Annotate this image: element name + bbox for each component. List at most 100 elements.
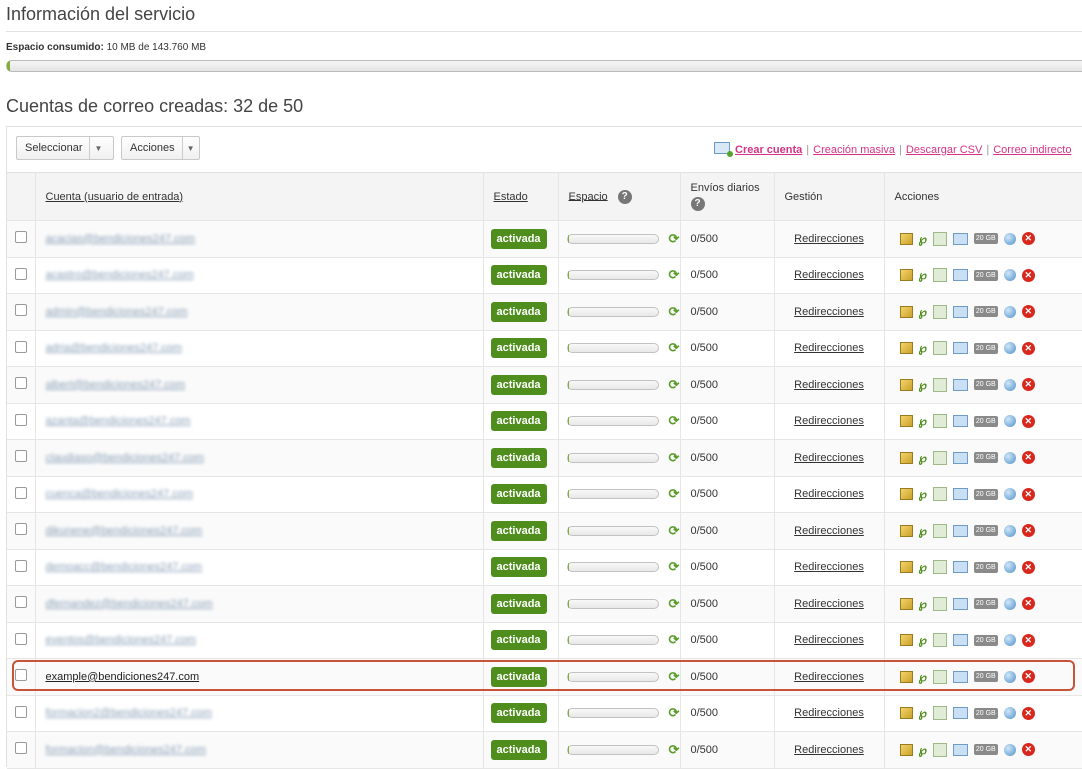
row-checkbox[interactable] [14, 450, 27, 463]
redirections-link[interactable]: Redirecciones [794, 488, 864, 500]
sort-status-link[interactable]: Estado [494, 191, 528, 203]
redirections-link[interactable]: Redirecciones [794, 634, 864, 646]
redirections-link[interactable]: Redirecciones [794, 707, 864, 719]
autoresponder-icon[interactable]: ℘ [919, 633, 927, 647]
account-email-link[interactable]: azanta@bendiciones247.com [46, 415, 191, 427]
account-email-link[interactable]: eventos@bendiciones247.com [46, 634, 197, 646]
redirections-link[interactable]: Redirecciones [794, 233, 864, 245]
webmail-icon[interactable] [1003, 269, 1016, 282]
forward-icon[interactable] [932, 742, 947, 757]
mail-settings-icon[interactable] [952, 305, 968, 318]
delete-icon[interactable]: ✕ [1021, 560, 1035, 574]
header-space[interactable]: Espacio? [558, 173, 681, 221]
autoresponder-icon[interactable]: ℘ [919, 451, 927, 465]
autoresponder-icon[interactable]: ℘ [919, 232, 927, 246]
refresh-icon[interactable]: ⟳ [669, 231, 680, 247]
storage-icon[interactable]: 20 GB [973, 233, 998, 245]
mail-settings-icon[interactable] [952, 451, 968, 464]
redirections-link[interactable]: Redirecciones [794, 342, 864, 354]
help-icon[interactable]: ? [690, 197, 705, 211]
storage-icon[interactable]: 20 GB [973, 415, 998, 427]
webmail-icon[interactable] [1003, 342, 1016, 355]
refresh-icon[interactable]: ⟳ [669, 559, 680, 575]
storage-icon[interactable]: 20 GB [973, 598, 998, 610]
refresh-icon[interactable]: ⟳ [669, 705, 680, 721]
delete-icon[interactable]: ✕ [1021, 414, 1035, 428]
edit-icon[interactable] [899, 342, 913, 355]
delete-icon[interactable]: ✕ [1021, 451, 1035, 465]
redirections-link[interactable]: Redirecciones [794, 379, 864, 391]
help-icon[interactable]: ? [617, 189, 632, 204]
account-email-link[interactable]: example@bendiciones247.com [46, 671, 200, 683]
storage-icon[interactable]: 20 GB [973, 306, 998, 318]
refresh-icon[interactable]: ⟳ [669, 377, 680, 393]
edit-icon[interactable] [899, 597, 913, 610]
row-checkbox[interactable] [14, 377, 27, 390]
mail-settings-icon[interactable] [952, 524, 968, 537]
webmail-icon[interactable] [1003, 634, 1016, 647]
delete-icon[interactable]: ✕ [1021, 268, 1035, 282]
mail-settings-icon[interactable] [952, 561, 968, 574]
refresh-icon[interactable]: ⟳ [669, 632, 680, 648]
webmail-icon[interactable] [1003, 743, 1016, 756]
row-checkbox[interactable] [14, 486, 27, 499]
autoresponder-icon[interactable]: ℘ [919, 743, 927, 757]
redirections-link[interactable]: Redirecciones [794, 525, 864, 537]
account-email-link[interactable]: acastro@bendiciones247.com [46, 269, 194, 281]
account-email-link[interactable]: adria@bendiciones247.com [46, 342, 183, 354]
forward-icon[interactable] [932, 231, 947, 246]
edit-icon[interactable] [899, 561, 913, 574]
autoresponder-icon[interactable]: ℘ [919, 414, 927, 428]
refresh-icon[interactable]: ⟳ [669, 596, 680, 612]
redirections-link[interactable]: Redirecciones [794, 306, 864, 318]
row-checkbox[interactable] [14, 340, 27, 353]
row-checkbox[interactable] [14, 304, 27, 317]
row-checkbox[interactable] [14, 559, 27, 572]
autoresponder-icon[interactable]: ℘ [919, 597, 927, 611]
mail-settings-icon[interactable] [952, 670, 968, 683]
account-email-link[interactable]: demoacc@bendiciones247.com [46, 561, 203, 573]
delete-icon[interactable]: ✕ [1021, 341, 1035, 355]
mail-settings-icon[interactable] [952, 232, 968, 245]
autoresponder-icon[interactable]: ℘ [919, 706, 927, 720]
autoresponder-icon[interactable]: ℘ [919, 378, 927, 392]
account-email-link[interactable]: admin@bendiciones247.com [46, 306, 188, 318]
webmail-icon[interactable] [1003, 305, 1016, 318]
storage-icon[interactable]: 20 GB [973, 488, 998, 500]
edit-icon[interactable] [899, 488, 913, 501]
delete-icon[interactable]: ✕ [1021, 597, 1035, 611]
redirections-link[interactable]: Redirecciones [794, 269, 864, 281]
edit-icon[interactable] [899, 415, 913, 428]
account-email-link[interactable]: formacion2@bendiciones247.com [46, 707, 212, 719]
refresh-icon[interactable]: ⟳ [669, 669, 680, 685]
forward-icon[interactable] [932, 268, 947, 283]
delete-icon[interactable]: ✕ [1021, 633, 1035, 647]
indirect-mail-link[interactable]: Correo indirecto [993, 144, 1071, 156]
forward-icon[interactable] [932, 341, 947, 356]
row-checkbox[interactable] [14, 632, 27, 645]
edit-icon[interactable] [899, 524, 913, 537]
forward-icon[interactable] [932, 377, 947, 392]
mail-settings-icon[interactable] [952, 415, 968, 428]
refresh-icon[interactable]: ⟳ [669, 304, 680, 320]
refresh-icon[interactable]: ⟳ [669, 340, 680, 356]
row-checkbox[interactable] [14, 705, 27, 718]
storage-icon[interactable]: 20 GB [973, 342, 998, 354]
edit-icon[interactable] [899, 634, 913, 647]
create-account-link[interactable]: Crear cuenta [735, 144, 802, 156]
webmail-icon[interactable] [1003, 524, 1016, 537]
row-checkbox[interactable] [14, 596, 27, 609]
webmail-icon[interactable] [1003, 415, 1016, 428]
account-email-link[interactable]: acacias@bendiciones247.com [46, 233, 195, 245]
edit-icon[interactable] [899, 378, 913, 391]
sort-account-link[interactable]: Cuenta (usuario de entrada) [46, 191, 184, 203]
delete-icon[interactable]: ✕ [1021, 670, 1035, 684]
webmail-icon[interactable] [1003, 597, 1016, 610]
delete-icon[interactable]: ✕ [1021, 706, 1035, 720]
forward-icon[interactable] [932, 414, 947, 429]
forward-icon[interactable] [932, 706, 947, 721]
refresh-icon[interactable]: ⟳ [669, 486, 680, 502]
redirections-link[interactable]: Redirecciones [794, 415, 864, 427]
edit-icon[interactable] [899, 232, 913, 245]
refresh-icon[interactable]: ⟳ [669, 742, 680, 758]
